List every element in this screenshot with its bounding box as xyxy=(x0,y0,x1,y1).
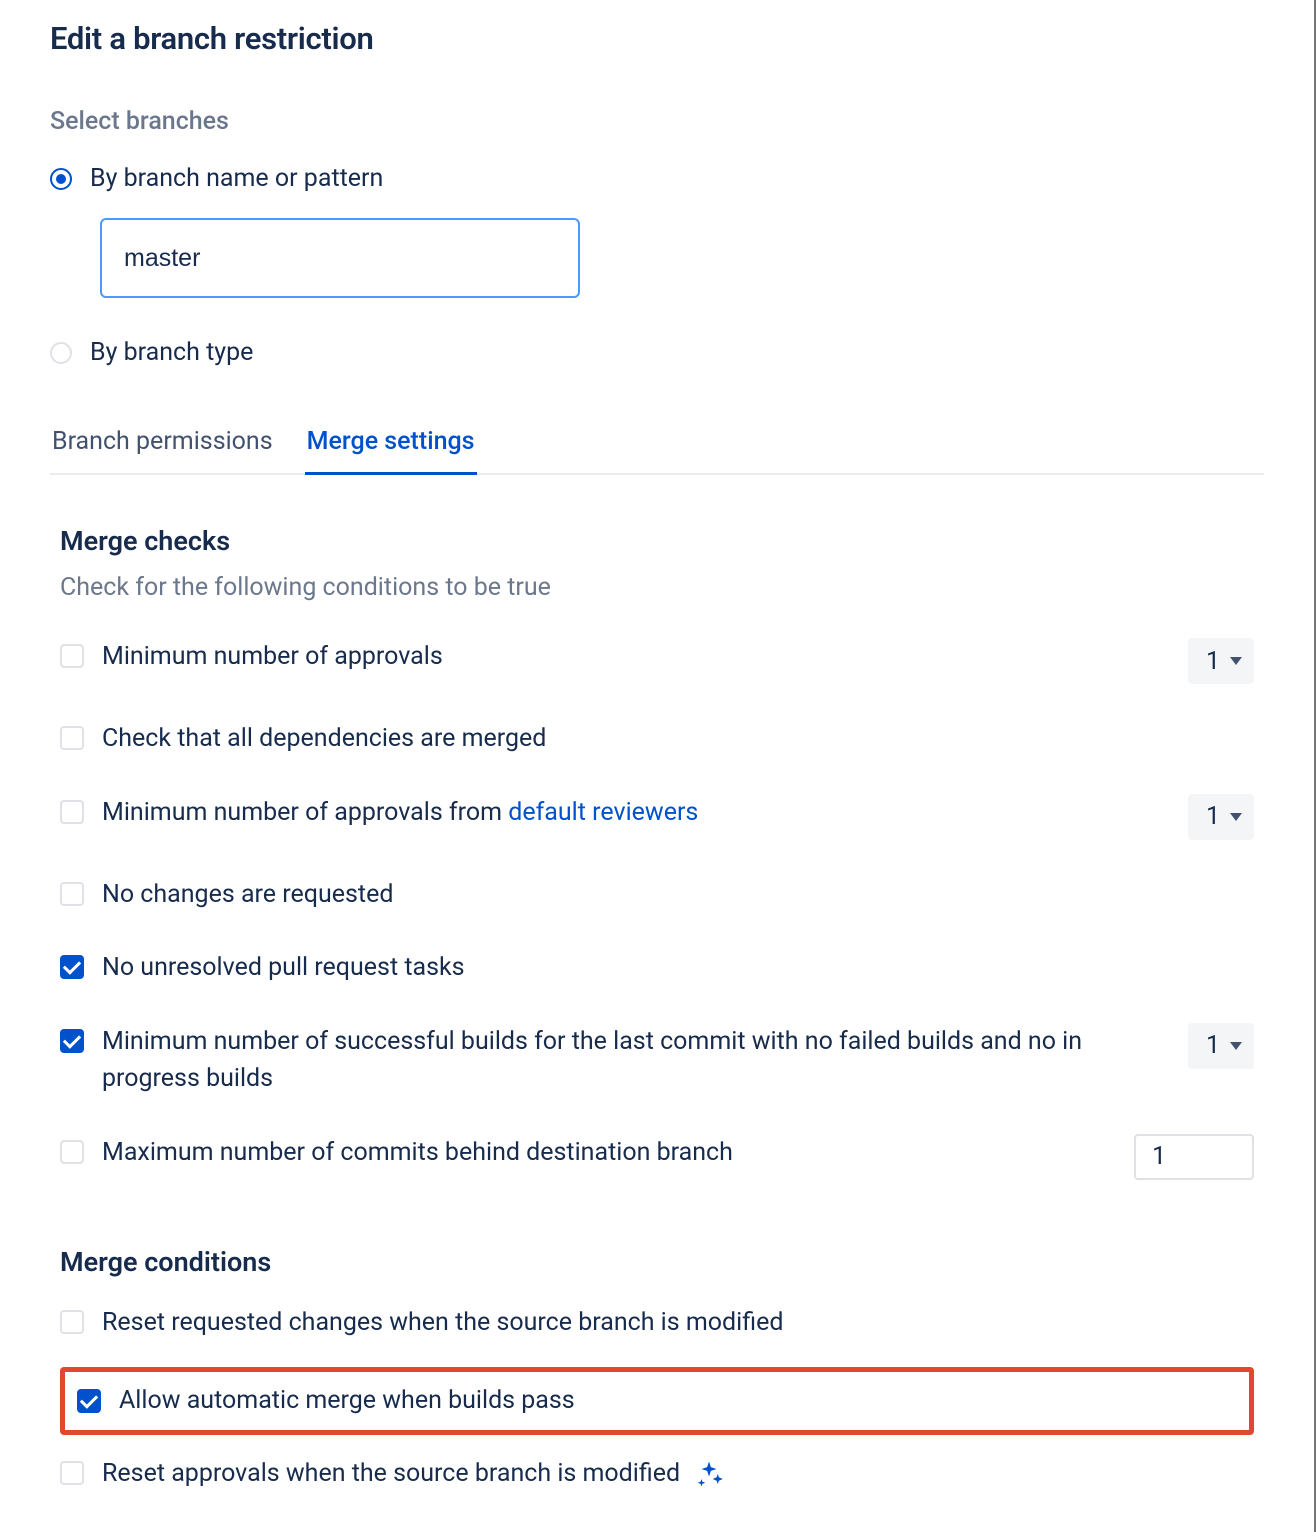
radio-by-type[interactable]: By branch type xyxy=(50,338,1264,367)
highlight-allow-auto-merge: Allow automatic merge when builds pass xyxy=(60,1367,1254,1435)
checkbox-icon xyxy=(60,726,84,750)
checkbox-icon xyxy=(60,1140,84,1164)
checkbox-icon xyxy=(60,1310,84,1334)
select-value: 1 xyxy=(1206,647,1220,676)
check-no-changes-label: No changes are requested xyxy=(102,876,1254,914)
check-reset-approvals[interactable]: Reset approvals when the source branch i… xyxy=(60,1445,1254,1493)
sparkle-icon xyxy=(694,1459,724,1489)
chevron-down-icon xyxy=(1230,657,1242,665)
check-min-approvals[interactable]: Minimum number of approvals 1 xyxy=(60,628,1254,710)
radio-icon xyxy=(50,168,72,190)
check-min-default-reviewers-label: Minimum number of approvals from default… xyxy=(102,794,1158,832)
merge-checks-heading: Merge checks xyxy=(60,525,1254,557)
radio-icon xyxy=(50,342,72,364)
check-min-builds[interactable]: Minimum number of successful builds for … xyxy=(60,1013,1254,1124)
checkbox-icon xyxy=(60,644,84,668)
radio-by-type-label: By branch type xyxy=(90,338,253,367)
branch-name-input-wrapper[interactable] xyxy=(100,218,580,298)
checkbox-icon xyxy=(60,882,84,906)
checkbox-icon xyxy=(60,955,84,979)
min-builds-select[interactable]: 1 xyxy=(1188,1023,1254,1069)
checkbox-icon xyxy=(60,1029,84,1053)
branch-name-input[interactable] xyxy=(124,244,556,273)
check-max-commits-behind[interactable]: Maximum number of commits behind destina… xyxy=(60,1124,1254,1206)
check-reset-approvals-label: Reset approvals when the source branch i… xyxy=(102,1455,1254,1493)
tab-branch-permissions[interactable]: Branch permissions xyxy=(50,427,275,475)
check-dependencies[interactable]: Check that all dependencies are merged xyxy=(60,710,1254,784)
check-reset-requested-label: Reset requested changes when the source … xyxy=(102,1304,1254,1342)
select-value: 1 xyxy=(1206,802,1220,831)
select-branches-label: Select branches xyxy=(50,107,1264,136)
check-reset-requested[interactable]: Reset requested changes when the source … xyxy=(60,1294,1254,1368)
select-value: 1 xyxy=(1206,1031,1220,1060)
check-no-changes[interactable]: No changes are requested xyxy=(60,866,1254,940)
checkbox-icon xyxy=(60,800,84,824)
page-title: Edit a branch restriction xyxy=(50,20,1264,57)
check-min-default-reviewers[interactable]: Minimum number of approvals from default… xyxy=(60,784,1254,866)
check-no-unresolved-label: No unresolved pull request tasks xyxy=(102,949,1254,987)
check-no-unresolved[interactable]: No unresolved pull request tasks xyxy=(60,939,1254,1013)
chevron-down-icon xyxy=(1230,813,1242,821)
chevron-down-icon xyxy=(1230,1042,1242,1050)
tab-merge-settings[interactable]: Merge settings xyxy=(305,427,477,475)
merge-conditions-heading: Merge conditions xyxy=(60,1246,1254,1278)
min-approvals-select[interactable]: 1 xyxy=(1188,638,1254,684)
check-allow-auto-merge-label: Allow automatic merge when builds pass xyxy=(119,1382,1237,1420)
max-commits-behind-input[interactable]: 1 xyxy=(1134,1134,1254,1180)
radio-by-name-label: By branch name or pattern xyxy=(90,164,383,193)
check-min-builds-label: Minimum number of successful builds for … xyxy=(102,1023,1158,1098)
check-dependencies-label: Check that all dependencies are merged xyxy=(102,720,1254,758)
default-reviewers-link[interactable]: default reviewers xyxy=(508,798,698,827)
checkbox-icon xyxy=(77,1389,101,1413)
tabs: Branch permissions Merge settings xyxy=(50,427,1264,475)
radio-by-name[interactable]: By branch name or pattern xyxy=(50,164,1264,193)
check-min-approvals-label: Minimum number of approvals xyxy=(102,638,1158,676)
checkbox-icon xyxy=(60,1461,84,1485)
check-max-commits-behind-label: Maximum number of commits behind destina… xyxy=(102,1134,1104,1172)
merge-checks-description: Check for the following conditions to be… xyxy=(60,573,1254,602)
min-default-reviewers-select[interactable]: 1 xyxy=(1188,794,1254,840)
